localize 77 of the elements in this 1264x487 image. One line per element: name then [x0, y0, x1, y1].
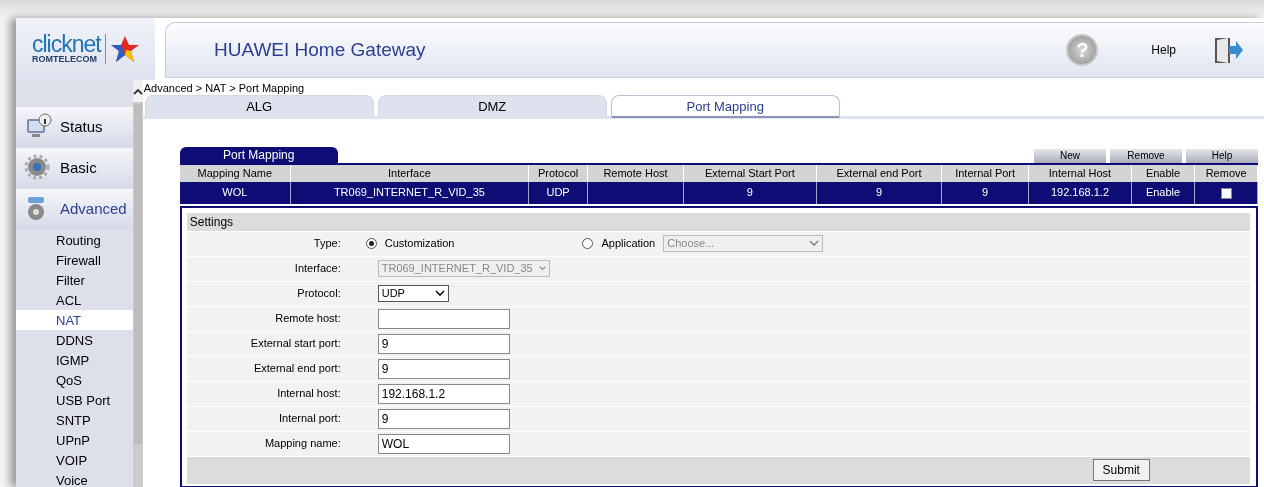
protocol-dropdown[interactable]: UDP [377, 285, 449, 302]
input-field[interactable]: 9 [377, 333, 510, 354]
breadcrumb-text: Advanced > NAT > Port Mapping [142, 81, 306, 94]
input-field[interactable]: WOL [377, 433, 510, 454]
table-cell: 9 [982, 186, 989, 199]
table-cell: WOL [222, 186, 248, 199]
chevron-down-icon [434, 290, 445, 297]
header-title: HUAWEI Home Gateway [213, 37, 427, 62]
table-cell: UDP [546, 186, 570, 199]
chevron-down-icon [538, 265, 546, 272]
sidebar-item[interactable]: QoS [16, 370, 133, 390]
help-link[interactable]: Help [1151, 41, 1176, 59]
sidebar-item[interactable]: USB Port [16, 390, 133, 410]
field-label: Interface: [293, 261, 341, 277]
radio-label: Application [601, 236, 656, 252]
sidebar-item[interactable]: Filter [16, 270, 133, 290]
sidebar-item[interactable]: NAT [16, 310, 133, 330]
toolbar-button[interactable]: Help [1185, 149, 1258, 163]
radio-button[interactable] [365, 238, 377, 249]
input-field[interactable]: 192.168.1.2 [377, 383, 510, 404]
table-cell: Enable [1145, 186, 1181, 199]
column-header: Enable [1131, 164, 1195, 182]
column-header: Protocol [528, 164, 588, 182]
sidebar-item[interactable]: IGMP [16, 350, 133, 370]
field-label: Type: [312, 236, 341, 252]
brand-text: clicknet [32, 34, 101, 54]
table-row[interactable]: WOL TR069_INTERNET_R_VID_35 UDP 9 9 9 192.168.1.2 Enable [179, 181, 1258, 204]
input-field[interactable]: 9 [377, 358, 510, 379]
exit-icon[interactable] [1212, 35, 1244, 65]
sidebar-section[interactable]: Status [16, 107, 133, 147]
field-label: Protocol: [296, 286, 341, 302]
table-cell: TR069_INTERNET_R_VID_35 [333, 186, 485, 199]
radio-label: Customization [384, 236, 455, 252]
tab[interactable]: Port Mapping [610, 95, 840, 118]
column-header: External end Port [816, 164, 942, 182]
brand-subtitle: ROMTELECOM [32, 54, 98, 64]
sidebar-item[interactable]: SNTP [16, 410, 133, 430]
table-cell: 192.168.1.2 [1050, 186, 1110, 199]
sidebar-item[interactable]: ACL [16, 290, 133, 310]
column-header: Remove [1194, 164, 1258, 182]
toolbar-button[interactable]: New [1033, 149, 1106, 163]
column-header: Internal Host [1028, 164, 1132, 182]
sidebar-section[interactable]: Advanced [16, 189, 133, 229]
tab[interactable]: DMZ [377, 95, 607, 118]
field-label: Internal port: [277, 411, 341, 427]
settings-title: Settings [186, 212, 1250, 231]
column-header: Interface [290, 164, 529, 182]
column-header: Internal Port [941, 164, 1029, 182]
sidebar-item[interactable]: UPnP [16, 430, 133, 450]
sidebar-item[interactable]: VOIP [16, 450, 133, 470]
panel-tab[interactable]: Port Mapping [179, 147, 338, 163]
sidebar-item[interactable]: Routing [16, 230, 133, 250]
field-label: Internal host: [276, 386, 341, 402]
field-label: Remote host: [274, 311, 341, 327]
column-header: External Start Port [683, 164, 817, 182]
radio-button[interactable] [582, 238, 594, 249]
field-label: External end port: [252, 361, 341, 377]
gear-icon [24, 154, 52, 182]
sidebar-section[interactable]: Basic [16, 148, 133, 188]
scrollbar[interactable] [132, 80, 143, 487]
toolbar-button[interactable]: Remove [1109, 149, 1182, 163]
input-field[interactable]: 9 [377, 408, 510, 429]
submit-button[interactable]: Submit [1092, 459, 1150, 481]
remove-checkbox[interactable] [1220, 187, 1232, 199]
chevron-down-icon [809, 240, 820, 247]
field-label: External start port: [249, 336, 341, 352]
table-cell: 9 [875, 186, 883, 199]
table-cell: 9 [746, 186, 753, 199]
star-icon [109, 34, 140, 64]
sidebar-item[interactable]: DDNS [16, 330, 133, 350]
column-header: Remote Host [587, 164, 684, 182]
tab[interactable]: ALG [144, 95, 374, 118]
sidebar-item[interactable]: Firewall [16, 250, 133, 270]
column-header: Mapping Name [179, 164, 291, 182]
sidebar-item[interactable]: Voice [16, 470, 133, 487]
field-label: Mapping name: [263, 436, 341, 452]
input-field[interactable] [377, 308, 510, 329]
